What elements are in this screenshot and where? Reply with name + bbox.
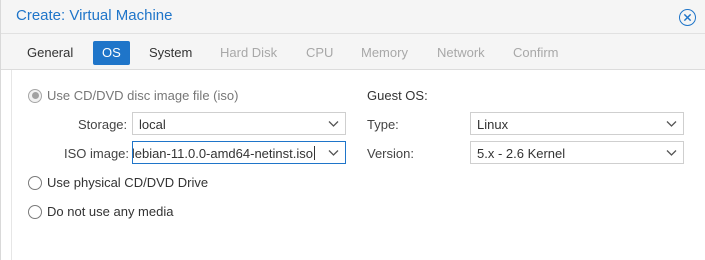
media-option-physical-drive[interactable]: Use physical CD/DVD Drive [28, 175, 208, 190]
guest-os-heading: Guest OS: [367, 88, 428, 103]
os-type-select-value: Linux [477, 117, 509, 132]
iso-radio-label: Use CD/DVD disc image file (iso) [47, 88, 239, 103]
physical-drive-radio[interactable] [28, 175, 42, 190]
tab-system[interactable]: System [144, 41, 197, 65]
tab-os[interactable]: OS [93, 41, 130, 65]
tab-confirm: Confirm [513, 45, 559, 60]
os-version-label: Version: [367, 146, 414, 161]
os-type-label: Type: [367, 117, 399, 132]
dialog-title: Create: Virtual Machine [16, 7, 173, 24]
chevron-down-icon [666, 121, 677, 127]
os-type-select[interactable]: Linux [470, 112, 684, 135]
tab-general[interactable]: General [22, 41, 78, 65]
storage-select-value: local [139, 117, 166, 132]
os-version-select-value: 5.x - 2.6 Kernel [477, 146, 566, 161]
iso-radio[interactable] [28, 88, 42, 103]
iso-image-select-value: debian-11.0.0-amd64-netinst.iso [132, 146, 315, 161]
media-option-iso[interactable]: Use CD/DVD disc image file (iso) [28, 88, 238, 103]
iso-image-select[interactable]: debian-11.0.0-amd64-netinst.iso [132, 141, 346, 164]
close-icon [683, 13, 692, 22]
chevron-down-icon [666, 150, 677, 156]
storage-select[interactable]: local [132, 112, 346, 135]
chevron-down-icon [328, 150, 339, 156]
close-button[interactable] [679, 9, 696, 26]
no-media-radio[interactable] [28, 204, 42, 219]
media-option-none[interactable]: Do not use any media [28, 204, 173, 219]
dialog-header: Create: Virtual Machine [1, 0, 705, 34]
wizard-tab-strip: General OS System Hard Disk CPU Memory N… [1, 34, 705, 70]
tab-memory: Memory [361, 45, 408, 60]
tab-cpu: CPU [306, 45, 334, 60]
text-cursor [314, 146, 315, 160]
storage-label: Storage: [78, 117, 128, 132]
create-vm-dialog: Create: Virtual Machine General OS Syste… [0, 0, 705, 260]
tab-hard-disk: Hard Disk [220, 45, 278, 60]
chevron-down-icon [328, 121, 339, 127]
os-version-select[interactable]: 5.x - 2.6 Kernel [470, 141, 684, 164]
no-media-radio-label: Do not use any media [47, 204, 174, 219]
physical-drive-radio-label: Use physical CD/DVD Drive [47, 175, 209, 190]
iso-image-label: ISO image: [64, 146, 130, 161]
tab-network: Network [437, 45, 485, 60]
